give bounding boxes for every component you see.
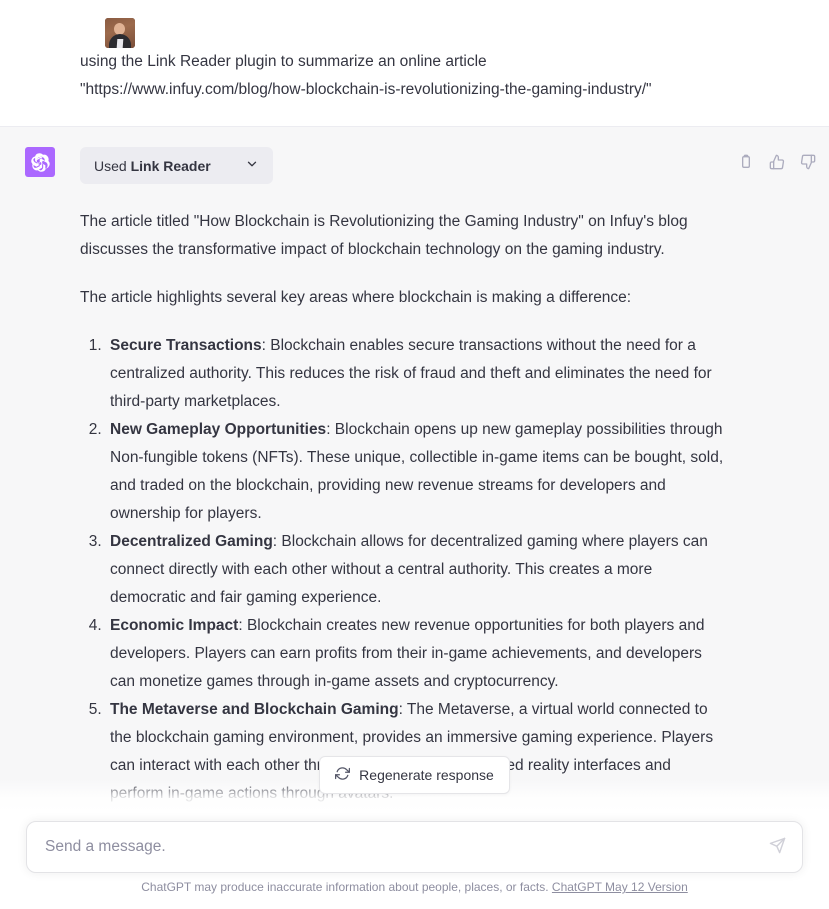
list-item-term: Secure Transactions — [110, 337, 262, 354]
chevron-down-icon — [245, 157, 259, 174]
footer-disclaimer: ChatGPT may produce inaccurate informati… — [0, 879, 829, 895]
key-areas-list: Secure Transactions: Blockchain enables … — [80, 332, 728, 808]
thumbs-up-icon[interactable] — [768, 153, 786, 171]
list-item: Secure Transactions: Blockchain enables … — [106, 332, 728, 416]
send-plane-icon — [769, 837, 786, 857]
avatar-shirt — [116, 39, 124, 48]
send-button[interactable] — [760, 830, 794, 864]
list-item: New Gameplay Opportunities: Blockchain o… — [106, 416, 728, 528]
intro-paragraph: The article titled "How Blockchain is Re… — [80, 213, 688, 258]
list-item: Decentralized Gaming: Blockchain allows … — [106, 528, 728, 612]
user-avatar — [105, 18, 135, 48]
list-item-term: The Metaverse and Blockchain Gaming — [110, 701, 399, 718]
user-message-text: using the Link Reader plugin to summariz… — [80, 53, 652, 98]
composer-area: ChatGPT may produce inaccurate informati… — [0, 813, 829, 909]
chatgpt-avatar — [25, 147, 55, 177]
list-item-term: Decentralized Gaming — [110, 533, 273, 550]
plugin-chip-label: Used Link Reader — [94, 157, 211, 174]
thumbs-down-icon[interactable] — [799, 153, 817, 171]
version-link[interactable]: ChatGPT May 12 Version — [552, 880, 688, 894]
regenerate-response-button[interactable]: Regenerate response — [319, 756, 510, 794]
user-message-turn: using the Link Reader plugin to summariz… — [0, 0, 829, 126]
plugin-used-chip[interactable]: Used Link Reader — [80, 147, 273, 184]
list-item: Economic Impact: Blockchain creates new … — [106, 612, 728, 696]
openai-logo-icon — [30, 152, 50, 172]
regenerate-button-label: Regenerate response — [359, 767, 494, 783]
disclaimer-text: ChatGPT may produce inaccurate informati… — [141, 880, 549, 894]
message-composer[interactable] — [26, 821, 803, 873]
copy-icon[interactable] — [737, 153, 755, 171]
message-action-buttons — [737, 153, 817, 171]
list-item-term: Economic Impact — [110, 617, 239, 634]
refresh-icon — [335, 766, 351, 784]
list-item-term: New Gameplay Opportunities — [110, 421, 327, 438]
lead-in-paragraph: The article highlights several key areas… — [80, 289, 632, 306]
message-input[interactable] — [27, 822, 760, 872]
